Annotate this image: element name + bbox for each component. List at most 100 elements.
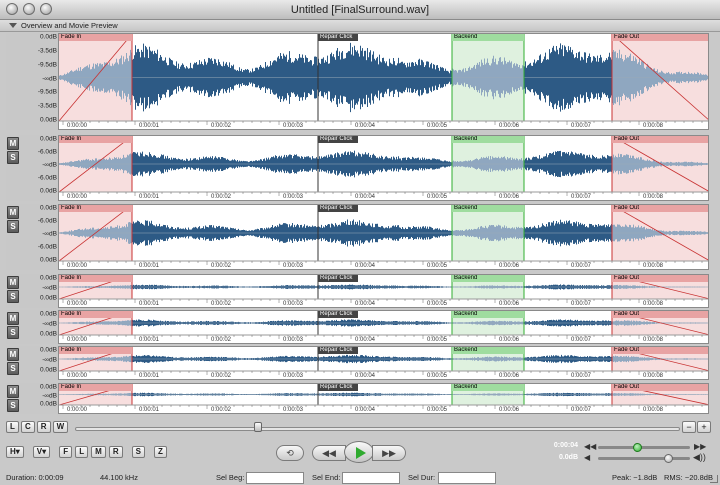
- waveform-view[interactable]: Fade In Repair Click Backend Fade Out 0:00:0…: [58, 274, 709, 308]
- backend-label[interactable]: Backend: [452, 205, 524, 212]
- position-slider-knob[interactable]: [633, 443, 643, 452]
- sel-dur-field[interactable]: [438, 472, 496, 484]
- solo-button[interactable]: S: [7, 290, 19, 303]
- scroll-knob[interactable]: [254, 422, 262, 432]
- db-scale: 0.0dB -6.0dB -∞dB -6.0dB 0.0dB: [20, 135, 60, 201]
- backend-label[interactable]: Backend: [452, 347, 524, 354]
- repair-click-label[interactable]: Repair Click: [318, 347, 358, 354]
- vertical-zoom-menu[interactable]: V▾: [32, 446, 51, 458]
- zoom-out-button[interactable]: −: [682, 421, 696, 433]
- time-label: 0:00:02: [210, 123, 232, 129]
- repair-click-label[interactable]: Repair Click: [318, 311, 358, 318]
- backend-label[interactable]: Backend: [452, 275, 524, 282]
- view-center-button[interactable]: C: [21, 421, 35, 433]
- fade-in-label[interactable]: Fade In: [59, 311, 132, 318]
- solo-button[interactable]: S: [7, 399, 19, 412]
- fade-out-label[interactable]: Fade Out: [612, 205, 708, 212]
- waveform-view[interactable]: Fade In Repair Click Backend Fade Out 0:00:0…: [58, 383, 709, 414]
- fade-out-label[interactable]: Fade Out: [612, 311, 708, 318]
- db-label: 0.0dB: [40, 274, 57, 282]
- db-label: -∞dB: [42, 161, 57, 169]
- fade-out-label[interactable]: Fade Out: [612, 136, 708, 143]
- fade-in-label[interactable]: Fade In: [59, 347, 132, 354]
- fade-out-label[interactable]: Fade Out: [612, 34, 708, 41]
- horizontal-zoom-menu[interactable]: H▾: [6, 446, 24, 458]
- sel-end-field[interactable]: [342, 472, 400, 484]
- time-label: 0:00:02: [210, 407, 232, 413]
- mute-button[interactable]: M: [7, 348, 19, 361]
- mute-button[interactable]: M: [7, 276, 19, 289]
- mute-button[interactable]: M: [7, 385, 19, 398]
- mute-button[interactable]: M: [7, 312, 19, 325]
- time-label: 0:00:04: [354, 407, 376, 413]
- backend-label[interactable]: Backend: [452, 136, 524, 143]
- waveform-view[interactable]: Fade In Repair Click Backend Fade Out 0:00:0…: [58, 310, 709, 344]
- time-label: 0:00:01: [138, 263, 160, 269]
- zoom-in-button[interactable]: +: [697, 421, 711, 433]
- gain-slider-knob[interactable]: [664, 454, 673, 463]
- backend-label[interactable]: Backend: [452, 311, 524, 318]
- time-label: 0:00:04: [354, 337, 376, 343]
- waveform-view[interactable]: Fade In Repair Click Backend Fade Out 0:00:0…: [58, 346, 709, 380]
- time-label: 0:00:03: [282, 301, 304, 307]
- fade-out-label[interactable]: Fade Out: [612, 347, 708, 354]
- f-button[interactable]: F: [59, 446, 73, 458]
- time-label: 0:00:01: [138, 123, 160, 129]
- repair-click-label[interactable]: Repair Click: [318, 384, 358, 391]
- mute-button[interactable]: M: [7, 137, 19, 150]
- loop-button[interactable]: ⟲: [276, 445, 304, 461]
- time-label: 0:00:00: [66, 407, 88, 413]
- view-wide-button[interactable]: W: [52, 421, 69, 433]
- db-label: 0.0dB: [40, 204, 57, 212]
- waveform-view[interactable]: Fade In Repair Click Backend Fade Out 0:00:0…: [58, 33, 709, 130]
- db-label: -∞dB: [42, 230, 57, 238]
- fast-forward-button[interactable]: ▶▶: [372, 445, 406, 461]
- view-left-button[interactable]: L: [6, 421, 19, 433]
- view-right-button[interactable]: R: [36, 421, 51, 433]
- time-label: 0:00:03: [282, 407, 304, 413]
- solo-button[interactable]: S: [7, 151, 19, 164]
- gain-slider[interactable]: [598, 457, 690, 460]
- s-button[interactable]: S: [131, 446, 145, 458]
- l-button[interactable]: L: [75, 446, 89, 458]
- resize-grip[interactable]: [710, 475, 718, 483]
- sel-dur-label: Sel Dur:: [408, 473, 436, 482]
- rewind-button[interactable]: ◀◀: [312, 445, 346, 461]
- repair-click-label[interactable]: Repair Click: [318, 34, 358, 41]
- overview-label: Overview and Movie Preview: [21, 21, 118, 30]
- time-label: 0:00:06: [498, 407, 520, 413]
- fade-in-label[interactable]: Fade In: [59, 384, 132, 391]
- repair-click-label[interactable]: Repair Click: [318, 275, 358, 282]
- disclosure-triangle-icon[interactable]: [9, 23, 17, 28]
- z-button[interactable]: Z: [153, 446, 167, 458]
- fade-out-label[interactable]: Fade Out: [612, 384, 708, 391]
- overview-header[interactable]: Overview and Movie Preview: [0, 20, 720, 32]
- fade-in-label[interactable]: Fade In: [59, 275, 132, 282]
- solo-button[interactable]: S: [7, 220, 19, 233]
- solo-button[interactable]: S: [7, 362, 19, 375]
- m-button[interactable]: M: [91, 446, 106, 458]
- time-label: 0:00:04: [354, 194, 376, 200]
- backend-label[interactable]: Backend: [452, 384, 524, 391]
- r-button[interactable]: R: [108, 446, 123, 458]
- backend-label[interactable]: Backend: [452, 34, 524, 41]
- db-label: 0.0dB: [40, 187, 57, 195]
- repair-click-label[interactable]: Repair Click: [318, 205, 358, 212]
- waveform-view[interactable]: Fade In Repair Click Backend Fade Out 0:00:0…: [58, 204, 709, 270]
- fade-in-label[interactable]: Fade In: [59, 136, 132, 143]
- db-label: 0.0dB: [40, 400, 57, 408]
- scroll-track[interactable]: [75, 427, 680, 431]
- waveform-view[interactable]: Fade In Repair Click Backend Fade Out 0:00:0…: [58, 135, 709, 201]
- sample-rate-text: 44.100 kHz: [100, 473, 138, 482]
- sel-beg-field[interactable]: [246, 472, 304, 484]
- mute-button[interactable]: M: [7, 206, 19, 219]
- fade-out-label[interactable]: Fade Out: [612, 275, 708, 282]
- fade-in-label[interactable]: Fade In: [59, 205, 132, 212]
- repair-click-label[interactable]: Repair Click: [318, 136, 358, 143]
- solo-button[interactable]: S: [7, 326, 19, 339]
- play-button[interactable]: [344, 441, 374, 463]
- db-label: 0.0dB: [40, 135, 57, 143]
- fade-in-label[interactable]: Fade In: [59, 34, 132, 41]
- db-label: 0.0dB: [40, 33, 57, 41]
- position-slider[interactable]: [598, 446, 690, 449]
